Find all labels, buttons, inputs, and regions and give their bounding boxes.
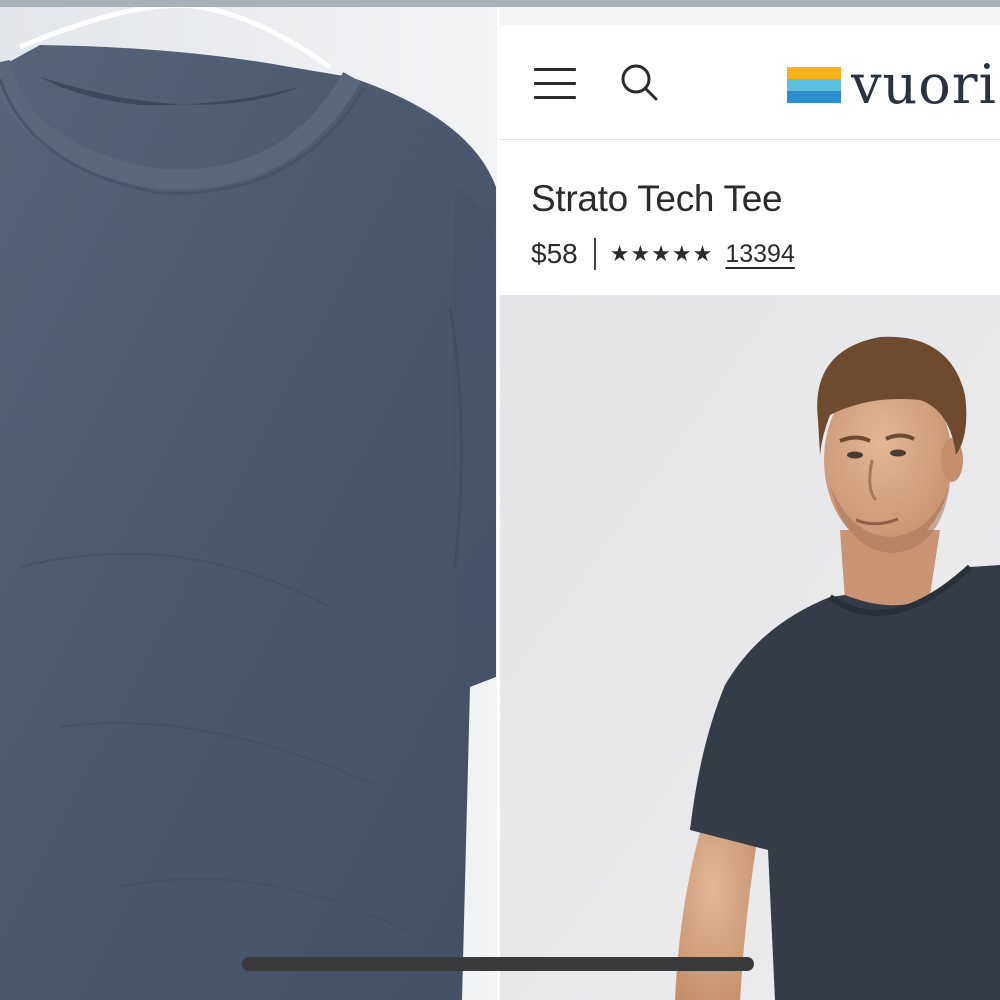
hamburger-menu-icon[interactable] [532, 65, 578, 101]
search-icon[interactable] [618, 61, 660, 103]
logo-mark-icon [787, 67, 841, 103]
shirt-illustration [0, 7, 497, 1000]
logo-text: vuori [851, 53, 997, 116]
model-illustration [500, 295, 1000, 1000]
status-strip [500, 7, 1000, 25]
product-title: Strato Tech Tee [531, 178, 783, 219]
model-wearing-tee-photo [500, 295, 1000, 1000]
brand-logo[interactable]: vuori [787, 55, 997, 115]
horizontal-scroll-indicator[interactable] [242, 957, 754, 971]
window-top-border [0, 0, 1000, 7]
shirt-on-hanger-photo [0, 7, 497, 1000]
price-separator [593, 238, 596, 270]
star-rating-icon: ★★★★★ [609, 241, 714, 266]
store-product-panel: vuori Strato Tech Tee $58 ★★★★★ 13394 [500, 7, 1000, 1000]
product-info: Strato Tech Tee $58 ★★★★★ 13394 [500, 140, 1000, 295]
review-count-link[interactable]: 13394 [725, 240, 795, 269]
price-rating-row: $58 ★★★★★ 13394 [531, 236, 795, 272]
site-header: vuori [500, 25, 1000, 140]
product-price: $58 [531, 238, 578, 269]
